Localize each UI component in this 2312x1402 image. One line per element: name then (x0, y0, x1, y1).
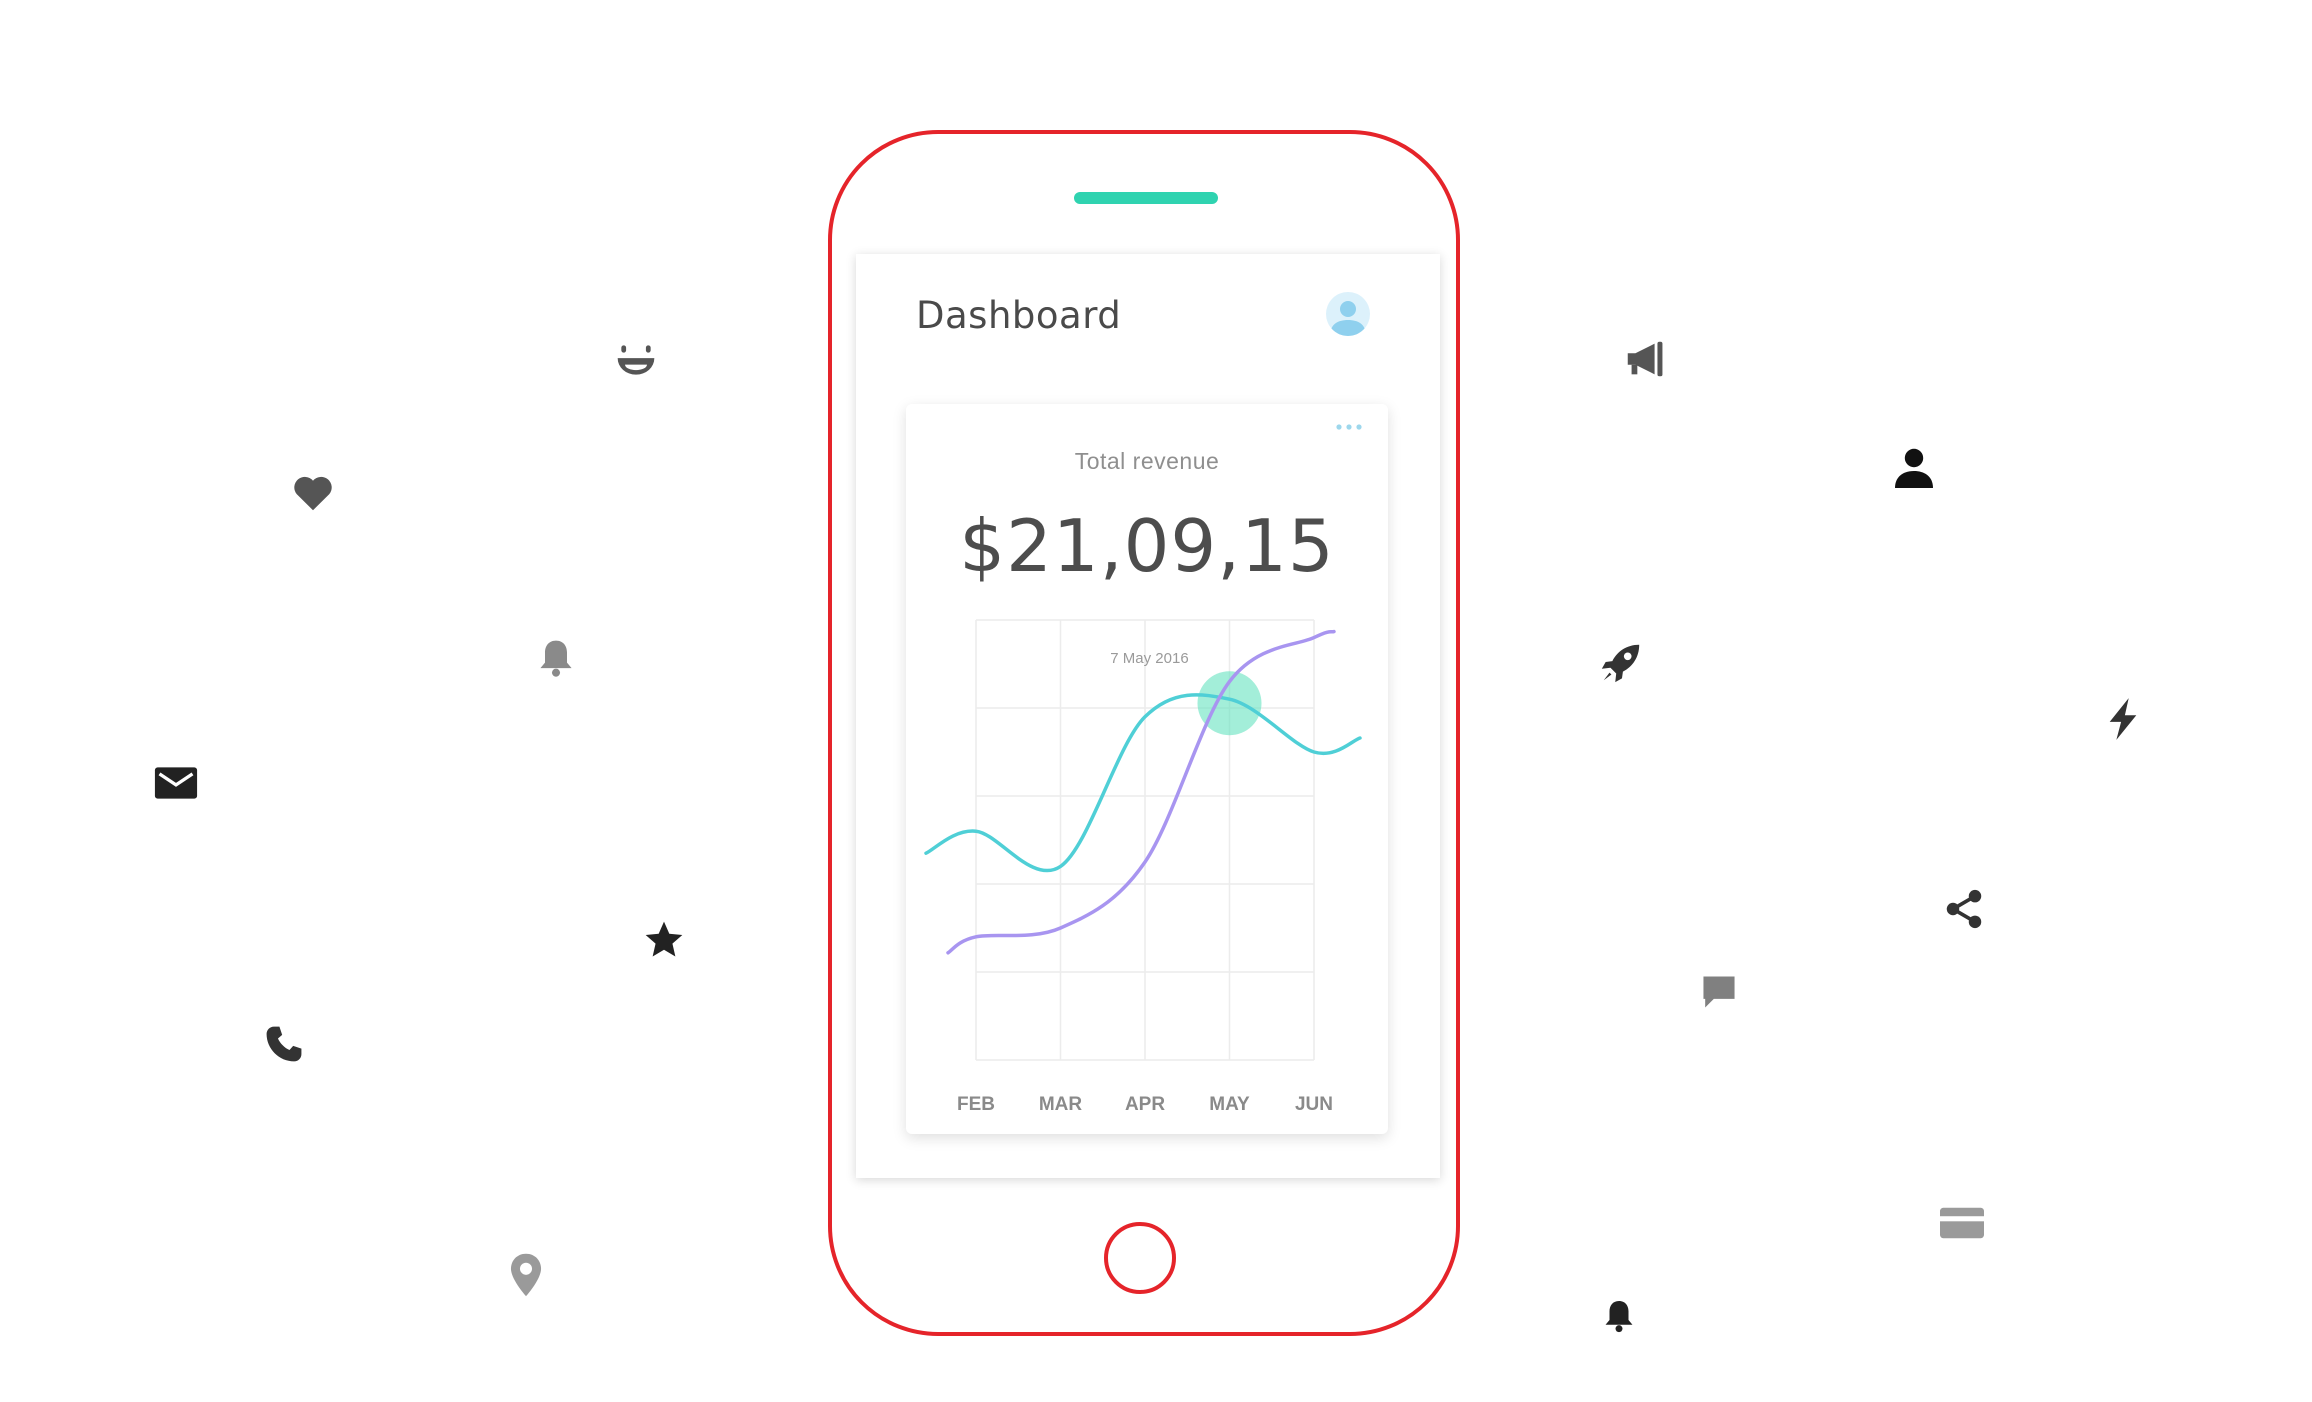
bell-icon (534, 636, 578, 680)
x-tick-label: MAY (1209, 1094, 1250, 1115)
x-tick-label: JUN (1295, 1094, 1333, 1115)
credit-card-icon (1940, 1206, 1984, 1240)
heart-icon (290, 470, 336, 516)
dashboard-screen: Dashboard Total revenue $21,09,15 7 May … (856, 254, 1440, 1178)
x-tick-label: MAR (1039, 1094, 1083, 1115)
chart-grid (975, 619, 1315, 1061)
x-tick-label: APR (1125, 1094, 1165, 1115)
star-icon (642, 918, 686, 962)
location-pin-icon (508, 1252, 544, 1298)
x-tick-label: FEB (957, 1094, 995, 1115)
person-icon (1890, 444, 1938, 492)
smile-icon (614, 338, 658, 382)
bell-icon (1600, 1296, 1638, 1336)
home-button[interactable] (1104, 1222, 1176, 1294)
tooltip-date: 7 May 2016 (1110, 650, 1188, 667)
phone-icon (262, 1022, 306, 1066)
phone-speaker (1074, 192, 1218, 204)
x-axis-labels: FEB MAR APR MAY JUN (957, 1094, 1333, 1115)
share-icon (1942, 886, 1986, 932)
revenue-card: Total revenue $21,09,15 7 May 2016 FEB MA… (906, 404, 1388, 1134)
megaphone-icon (1622, 336, 1668, 382)
revenue-chart: 7 May 2016 FEB MAR APR MAY JUN (924, 619, 1362, 1115)
user-avatar-icon[interactable] (1324, 290, 1372, 338)
mail-icon (154, 766, 198, 800)
series-line (924, 693, 1362, 873)
page-title: Dashboard (916, 294, 1122, 337)
lightning-icon (2104, 696, 2142, 742)
chat-icon (1700, 972, 1738, 1012)
series-line (946, 629, 1336, 955)
phone-frame: Dashboard Total revenue $21,09,15 7 May … (828, 130, 1460, 1336)
rocket-icon (1598, 640, 1644, 686)
